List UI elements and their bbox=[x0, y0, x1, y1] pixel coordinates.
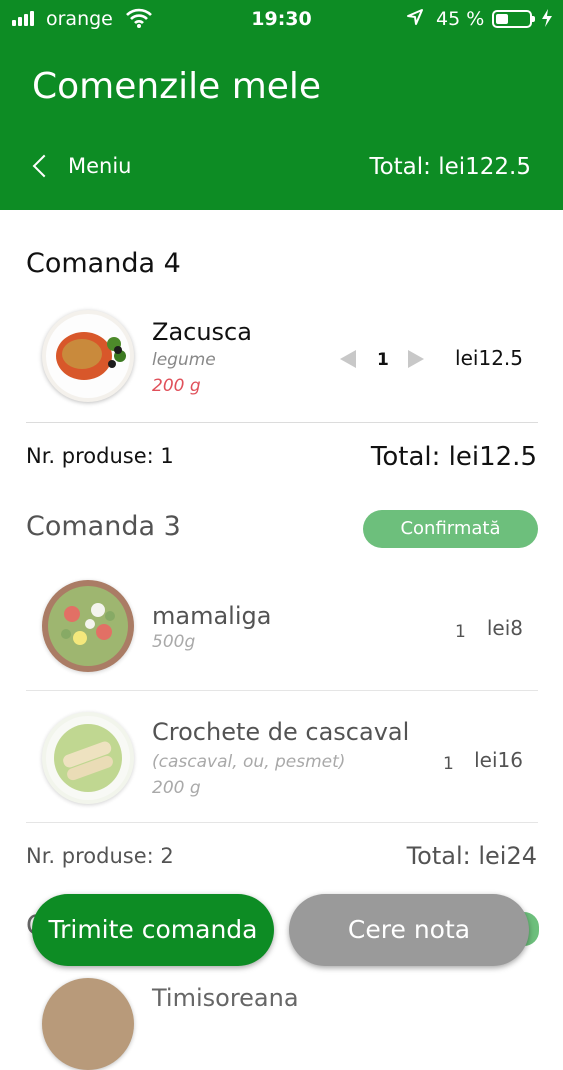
order-total: Total: lei24 bbox=[406, 842, 537, 870]
dish-image bbox=[42, 978, 134, 1070]
item-description: (cascaval, ou, pesmet) bbox=[152, 752, 346, 772]
item-name: mamaliga bbox=[152, 602, 272, 630]
dish-image bbox=[42, 580, 134, 672]
battery-icon bbox=[492, 10, 535, 28]
order-title: Comanda 4 bbox=[26, 248, 181, 279]
dish-image bbox=[42, 310, 134, 402]
divider bbox=[26, 422, 538, 423]
grand-total: Total: lei122.5 bbox=[369, 154, 531, 180]
back-label: Meniu bbox=[68, 154, 132, 178]
battery-percentage: 45 % bbox=[436, 8, 485, 30]
list-item: Zacusca legume 200 g 1 lei12.5 bbox=[0, 310, 563, 420]
status-badge: Confirmată bbox=[363, 510, 538, 548]
item-weight: 500g bbox=[152, 632, 196, 652]
divider bbox=[26, 822, 538, 823]
order-product-count: Nr. produse: 1 bbox=[26, 444, 174, 468]
page-title: Comenzile mele bbox=[32, 66, 322, 107]
item-name: Timisoreana bbox=[152, 984, 299, 1012]
increase-quantity-arrow-icon[interactable] bbox=[408, 350, 424, 368]
app-header: Comenzile mele Meniu Total: lei122.5 bbox=[0, 40, 563, 210]
dish-image bbox=[42, 712, 134, 804]
item-weight: 200 g bbox=[152, 778, 201, 798]
item-weight: 200 g bbox=[152, 376, 201, 396]
item-description: legume bbox=[152, 350, 216, 370]
item-name: Zacusca bbox=[152, 318, 252, 346]
status-bar: orange 19:30 45 % bbox=[0, 0, 563, 40]
order-total: Total: lei12.5 bbox=[370, 442, 537, 472]
request-bill-button[interactable]: Cere nota bbox=[289, 894, 529, 966]
item-price: lei12.5 bbox=[455, 346, 523, 370]
item-quantity: 1 bbox=[455, 622, 466, 642]
item-price: lei8 bbox=[486, 616, 523, 640]
chevron-left-icon bbox=[32, 154, 56, 178]
decrease-quantity-arrow-icon[interactable] bbox=[340, 350, 356, 368]
charging-bolt-icon bbox=[541, 8, 553, 33]
item-price: lei16 bbox=[474, 748, 523, 772]
order-title: Comanda 3 bbox=[26, 511, 181, 542]
location-arrow-icon bbox=[406, 8, 424, 31]
divider bbox=[26, 690, 538, 691]
item-name: Crochete de cascaval bbox=[152, 718, 410, 746]
send-order-button[interactable]: Trimite comanda bbox=[32, 894, 274, 966]
item-quantity: 1 bbox=[443, 754, 454, 774]
item-quantity: 1 bbox=[377, 350, 389, 370]
back-to-menu-button[interactable]: Meniu bbox=[28, 154, 132, 178]
list-item: Crochete de cascaval (cascaval, ou, pesm… bbox=[0, 712, 563, 812]
order-product-count: Nr. produse: 2 bbox=[26, 844, 174, 868]
list-item: mamaliga 500g 1 lei8 bbox=[0, 580, 563, 680]
